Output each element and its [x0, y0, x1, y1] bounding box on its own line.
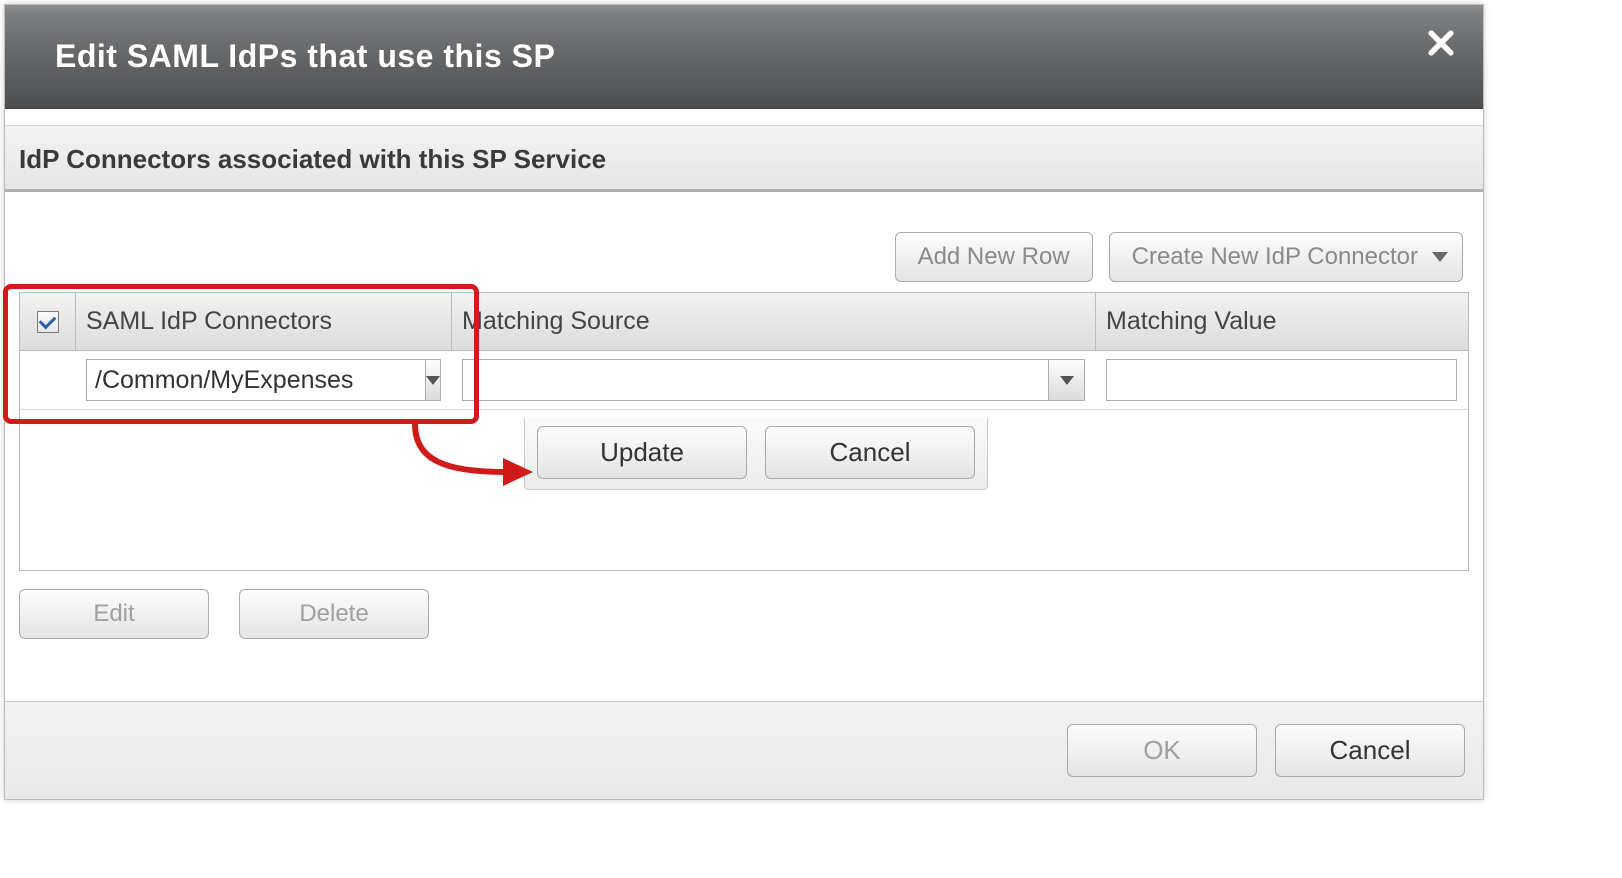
table-row	[20, 351, 1468, 410]
connector-input[interactable]	[87, 360, 425, 400]
caret-down-icon	[1432, 252, 1448, 262]
create-new-idp-connector-button[interactable]: Create New IdP Connector	[1109, 232, 1463, 282]
edit-saml-idps-dialog: Edit SAML IdPs that use this SP IdP Conn…	[4, 4, 1484, 800]
select-all-checkbox[interactable]	[37, 311, 59, 333]
edit-button[interactable]: Edit	[19, 589, 209, 639]
row-checkbox-cell	[20, 351, 76, 409]
grid-header: SAML IdP Connectors Matching Source Matc…	[20, 293, 1468, 351]
header-saml-idp-connectors[interactable]: SAML IdP Connectors	[76, 293, 452, 350]
dialog-titlebar: Edit SAML IdPs that use this SP	[5, 5, 1483, 109]
delete-button[interactable]: Delete	[239, 589, 429, 639]
grid-footer-actions: Edit Delete	[19, 571, 1469, 677]
connector-dropdown-toggle[interactable]	[425, 360, 440, 400]
cancel-button[interactable]: Cancel	[1275, 724, 1465, 777]
close-icon[interactable]	[1427, 29, 1455, 57]
grid-padding: Update Cancel	[20, 410, 1468, 570]
create-new-idp-connector-label: Create New IdP Connector	[1132, 243, 1418, 270]
matching-source-combo	[462, 359, 1085, 401]
toolbar: Add New Row Create New IdP Connector	[19, 232, 1469, 282]
matching-value-cell	[1096, 351, 1468, 409]
section-title: IdP Connectors associated with this SP S…	[5, 125, 1483, 192]
matching-source-input[interactable]	[463, 360, 1048, 400]
header-matching-source[interactable]: Matching Source	[452, 293, 1096, 350]
dialog-body: IdP Connectors associated with this SP S…	[5, 125, 1483, 701]
matching-source-cell	[452, 351, 1096, 409]
dialog-footer: OK Cancel	[5, 701, 1483, 799]
idp-grid: SAML IdP Connectors Matching Source Matc…	[19, 292, 1469, 571]
row-cancel-button[interactable]: Cancel	[765, 426, 975, 479]
content-area: Add New Row Create New IdP Connector SAM…	[5, 192, 1483, 701]
row-actions: Update Cancel	[524, 418, 988, 490]
matching-value-input[interactable]	[1106, 359, 1457, 401]
dialog-title: Edit SAML IdPs that use this SP	[55, 38, 555, 75]
connector-cell	[76, 351, 452, 409]
connector-combo	[86, 359, 441, 401]
header-checkbox-col	[20, 293, 76, 350]
add-new-row-button[interactable]: Add New Row	[895, 232, 1093, 282]
update-button[interactable]: Update	[537, 426, 747, 479]
header-matching-value[interactable]: Matching Value	[1096, 293, 1468, 350]
matching-source-dropdown-toggle[interactable]	[1048, 360, 1084, 400]
ok-button[interactable]: OK	[1067, 724, 1257, 777]
chevron-down-icon	[1060, 376, 1074, 385]
chevron-down-icon	[426, 376, 440, 385]
